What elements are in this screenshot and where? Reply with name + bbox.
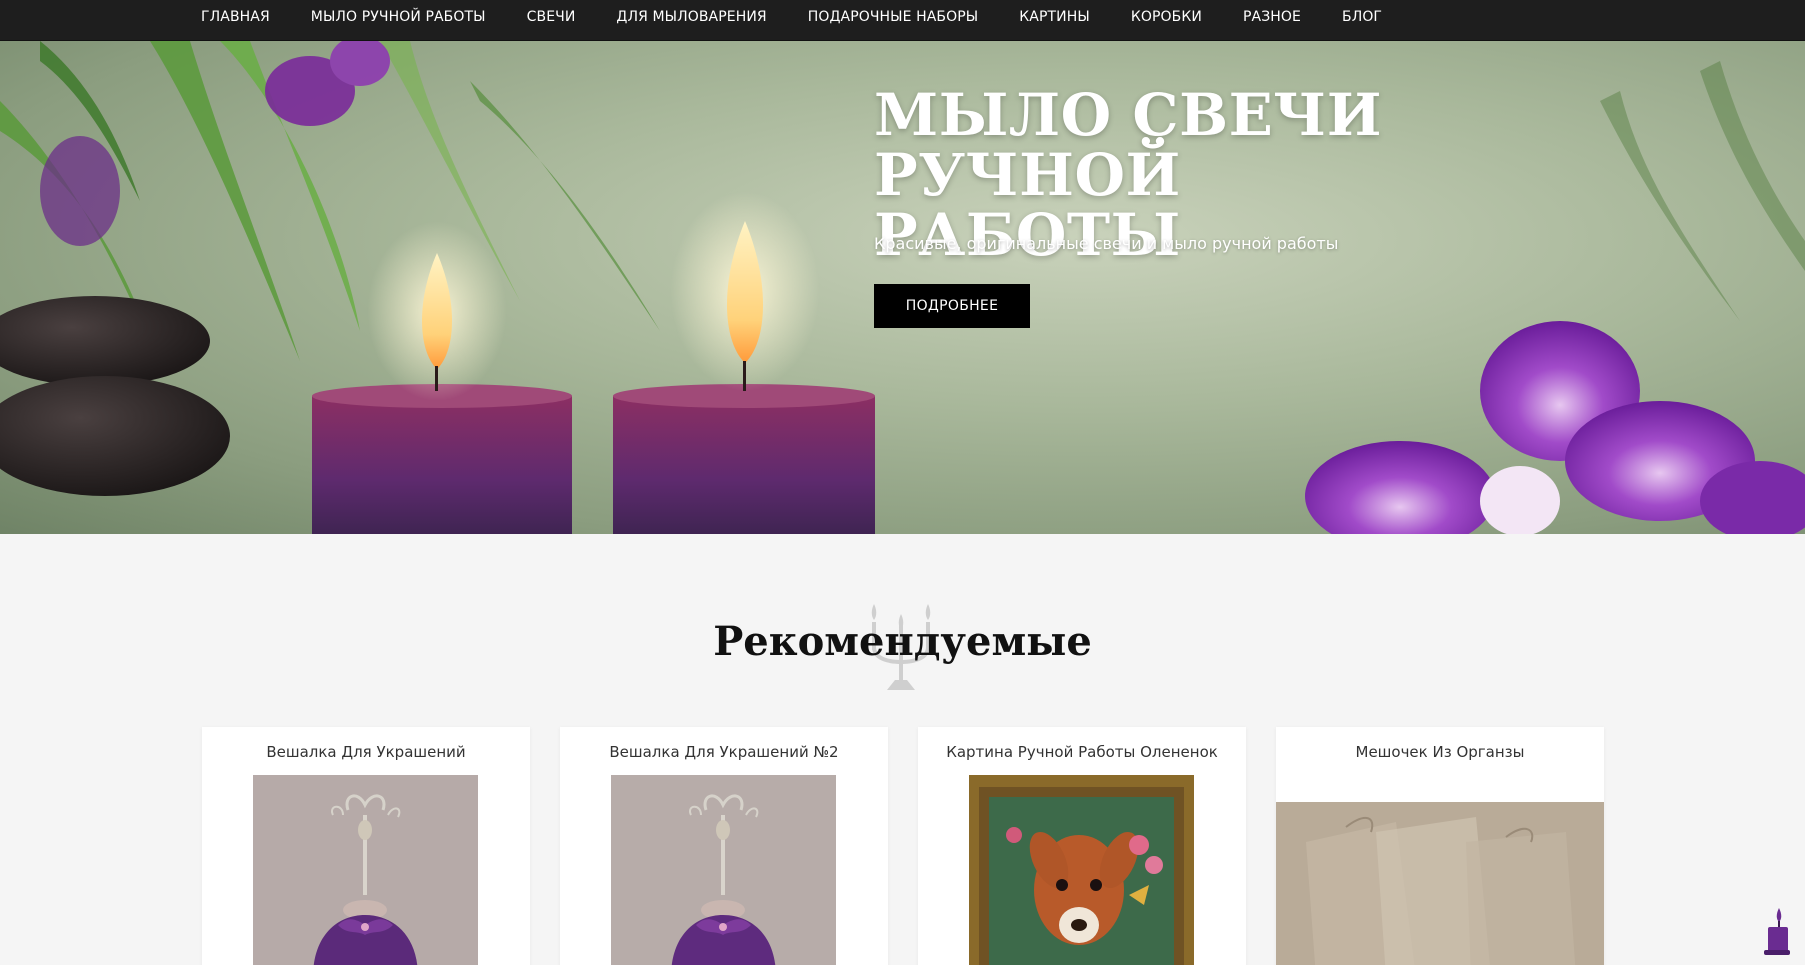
learn-more-button[interactable]: ПОДРОБНЕЕ [874, 284, 1030, 328]
nav-item-misc[interactable]: РАЗНОЕ [1243, 9, 1301, 25]
product-card[interactable]: Картина Ручной Работы Олененок [918, 727, 1246, 965]
candle-icon[interactable] [1762, 906, 1792, 956]
product-card[interactable]: Вешалка Для Украшений [202, 727, 530, 965]
hero-banner: МЫЛО СВЕЧИ РУЧНОЙ РАБОТЫ Красивые, ориги… [0, 41, 1805, 534]
product-image[interactable] [611, 775, 836, 965]
product-image[interactable] [969, 775, 1194, 965]
nav-item-gift-sets[interactable]: ПОДАРОЧНЫЕ НАБОРЫ [808, 9, 979, 25]
nav-item-blog[interactable]: БЛОГ [1342, 9, 1382, 25]
nav-item-handmade-soap[interactable]: МЫЛО РУЧНОЙ РАБОТЫ [311, 9, 486, 25]
nav-item-paintings[interactable]: КАРТИНЫ [1019, 9, 1090, 25]
nav-menu: ГЛАВНАЯ МЫЛО РУЧНОЙ РАБОТЫ СВЕЧИ ДЛЯ МЫЛ… [201, 0, 1423, 33]
nav-item-candles[interactable]: СВЕЧИ [527, 9, 576, 25]
product-card[interactable]: Вешалка Для Украшений №2 [560, 727, 888, 965]
product-title: Мешочек Из Органзы [1355, 743, 1525, 761]
product-title: Вешалка Для Украшений №2 [609, 743, 839, 761]
hero-subtitle: Красивые, оригинальные свечи и мыло ручн… [874, 234, 1339, 253]
top-navbar: ГЛАВНАЯ МЫЛО РУЧНОЙ РАБОТЫ СВЕЧИ ДЛЯ МЫЛ… [0, 0, 1805, 41]
nav-item-home[interactable]: ГЛАВНАЯ [201, 9, 270, 25]
product-title: Картина Ручной Работы Олененок [946, 743, 1218, 761]
product-card[interactable]: Мешочек Из Органзы [1276, 727, 1604, 965]
product-title: Вешалка Для Украшений [266, 743, 466, 761]
nav-item-boxes[interactable]: КОРОБКИ [1131, 9, 1202, 25]
nav-item-soapmaking[interactable]: ДЛЯ МЫЛОВАРЕНИЯ [616, 9, 766, 25]
featured-section-title: Рекомендуемые [713, 618, 1092, 665]
hero-title-line-1: МЫЛО СВЕЧИ РУЧНОЙ [874, 81, 1383, 209]
product-image[interactable] [253, 775, 478, 965]
product-image[interactable] [1276, 802, 1604, 965]
